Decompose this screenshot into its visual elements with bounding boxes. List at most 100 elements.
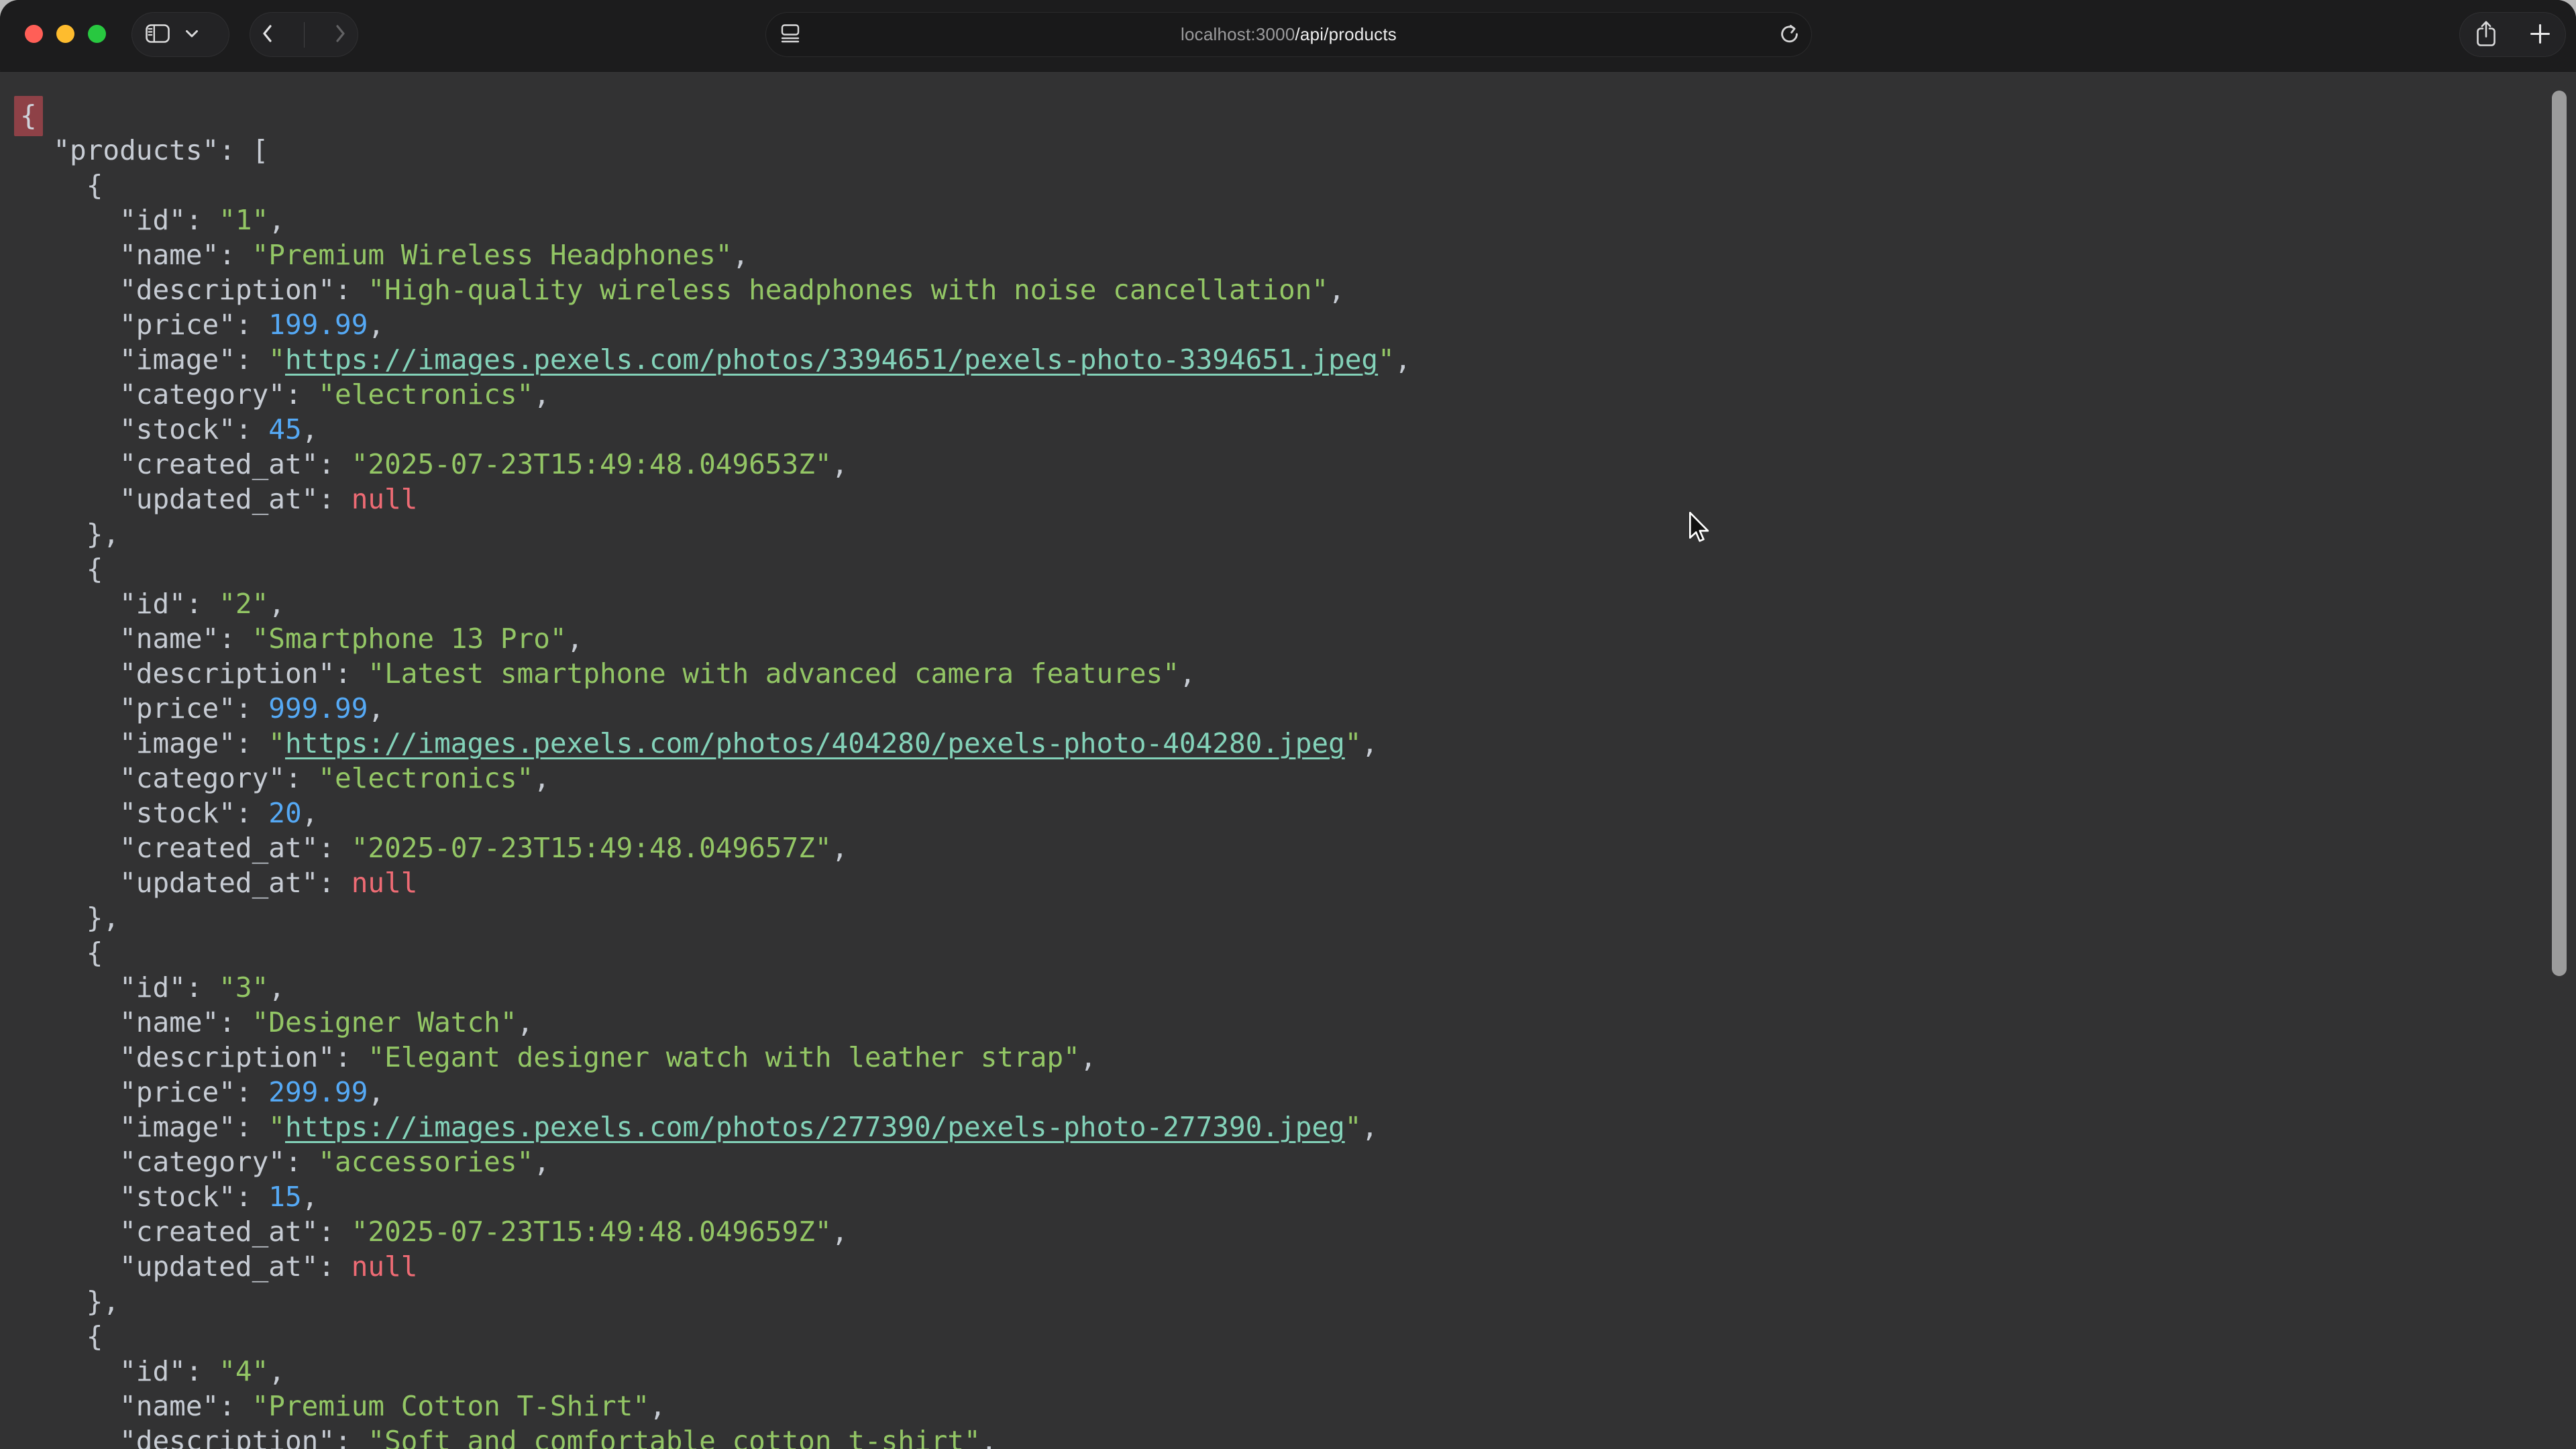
json-indent bbox=[20, 413, 119, 445]
json-str: "Elegant designer watch with leather str… bbox=[368, 1041, 1079, 1073]
json-indent bbox=[20, 1355, 119, 1387]
json-line-object-open: { bbox=[20, 935, 2576, 970]
json-key: "category" bbox=[119, 1146, 285, 1178]
url-path: /api/products bbox=[1295, 24, 1397, 44]
product-image-link[interactable]: https://images.pexels.com/photos/404280/… bbox=[285, 727, 1345, 759]
json-key: "created_at" bbox=[119, 832, 318, 864]
json-null: null bbox=[352, 483, 418, 515]
json-line-field-description: "description": "High-quality wireless he… bbox=[20, 272, 2576, 307]
toolbar-actions-group bbox=[2459, 12, 2566, 57]
refresh-button[interactable] bbox=[1778, 23, 1801, 47]
json-pn: : bbox=[219, 1006, 252, 1038]
json-key: "created_at" bbox=[119, 1216, 318, 1248]
url-text: localhost:3000/api/products bbox=[1181, 24, 1397, 45]
json-line-field-stock: "stock": 15, bbox=[20, 1179, 2576, 1214]
json-indent bbox=[20, 1076, 119, 1108]
json-key: "price" bbox=[119, 1076, 235, 1108]
chevron-left-icon bbox=[262, 25, 272, 44]
chevron-right-icon bbox=[336, 25, 345, 44]
json-indent bbox=[20, 902, 87, 934]
json-line-field-price: "price": 299.99, bbox=[20, 1075, 2576, 1110]
json-line-field-name: "name": "Premium Cotton T-Shirt", bbox=[20, 1389, 2576, 1424]
json-pn: { bbox=[87, 553, 103, 585]
address-bar[interactable]: localhost:3000/api/products bbox=[765, 12, 1812, 57]
json-line-field-updated_at: "updated_at": null bbox=[20, 865, 2576, 900]
json-str: "3" bbox=[219, 971, 268, 1004]
json-indent bbox=[20, 309, 119, 341]
json-indent bbox=[20, 867, 119, 899]
json-str: " bbox=[268, 1111, 285, 1143]
json-key: "image" bbox=[119, 1111, 235, 1143]
json-indent bbox=[20, 239, 119, 271]
json-line-field-stock: "stock": 20, bbox=[20, 796, 2576, 830]
json-line-field-name: "name": "Designer Watch", bbox=[20, 1005, 2576, 1040]
json-str: "2" bbox=[219, 588, 268, 620]
json-indent bbox=[20, 553, 87, 585]
vertical-scrollbar[interactable] bbox=[2552, 91, 2567, 976]
json-key: "updated_at" bbox=[119, 867, 318, 899]
sidebar-toggle-button[interactable] bbox=[146, 24, 170, 45]
json-line-field-name: "name": "Smartphone 13 Pro", bbox=[20, 621, 2576, 656]
json-key: "id" bbox=[119, 971, 186, 1004]
json-num: 45 bbox=[268, 413, 301, 445]
json-key: "id" bbox=[119, 588, 186, 620]
json-key: "products" bbox=[53, 134, 219, 166]
json-indent bbox=[20, 378, 119, 411]
refresh-icon bbox=[1778, 23, 1801, 47]
new-tab-button[interactable] bbox=[2530, 23, 2551, 46]
minimize-button[interactable] bbox=[56, 25, 74, 43]
page-format-icon[interactable] bbox=[781, 23, 800, 46]
json-pn: : bbox=[235, 343, 268, 376]
json-pn: : bbox=[318, 1216, 351, 1248]
json-key: "stock" bbox=[119, 1181, 235, 1213]
json-indent bbox=[20, 448, 119, 480]
back-button[interactable] bbox=[262, 25, 272, 44]
json-key: "id" bbox=[119, 204, 186, 236]
json-indent bbox=[20, 1390, 119, 1422]
json-num: 299.99 bbox=[268, 1076, 368, 1108]
close-button[interactable] bbox=[25, 25, 43, 43]
json-key: "name" bbox=[119, 1006, 219, 1038]
json-str: "Premium Cotton T-Shirt" bbox=[252, 1390, 649, 1422]
product-image-link[interactable]: https://images.pexels.com/photos/3394651… bbox=[285, 343, 1378, 376]
json-indent bbox=[20, 1216, 119, 1248]
json-line-field-id: "id": "3", bbox=[20, 970, 2576, 1005]
json-pn: : bbox=[235, 1181, 268, 1213]
json-indent bbox=[20, 483, 119, 515]
json-pn: : bbox=[318, 832, 351, 864]
json-pn: : bbox=[219, 623, 252, 655]
json-pn: , bbox=[1328, 274, 1345, 306]
product-image-link[interactable]: https://images.pexels.com/photos/277390/… bbox=[285, 1111, 1345, 1143]
json-pn: , bbox=[517, 1006, 534, 1038]
share-button[interactable] bbox=[2475, 19, 2498, 50]
json-indent bbox=[20, 204, 119, 236]
json-pn: : bbox=[235, 309, 268, 341]
json-pn: , bbox=[649, 1390, 666, 1422]
json-line-field-image: "image": "https://images.pexels.com/phot… bbox=[20, 726, 2576, 761]
json-pn: : bbox=[235, 692, 268, 724]
json-pn: , bbox=[533, 762, 550, 794]
json-pn: , bbox=[1361, 1111, 1378, 1143]
json-indent bbox=[20, 762, 119, 794]
json-line-field-created_at: "created_at": "2025-07-23T15:49:48.04965… bbox=[20, 447, 2576, 482]
json-str: "Soft and comfortable cotton t-shirt" bbox=[368, 1425, 980, 1449]
json-indent bbox=[20, 623, 119, 655]
json-pn: , bbox=[1179, 657, 1196, 690]
json-str: "accessories" bbox=[318, 1146, 533, 1178]
json-pn: , bbox=[533, 378, 550, 411]
json-pn: , bbox=[368, 309, 384, 341]
zoom-button[interactable] bbox=[88, 25, 106, 43]
json-pn: }, bbox=[87, 518, 119, 550]
json-indent bbox=[20, 936, 87, 969]
json-pn: : [ bbox=[219, 134, 268, 166]
sidebar-menu-button[interactable] bbox=[186, 30, 198, 40]
json-str: "2025-07-23T15:49:48.049659Z" bbox=[352, 1216, 832, 1248]
json-line-field-description: "description": "Elegant designer watch w… bbox=[20, 1040, 2576, 1075]
forward-button[interactable] bbox=[336, 25, 345, 44]
chevron-down-icon bbox=[186, 30, 198, 40]
json-indent bbox=[20, 343, 119, 376]
json-indent bbox=[20, 1181, 119, 1213]
json-indent bbox=[20, 657, 119, 690]
json-pn: : bbox=[318, 1250, 351, 1283]
json-indent bbox=[20, 727, 119, 759]
